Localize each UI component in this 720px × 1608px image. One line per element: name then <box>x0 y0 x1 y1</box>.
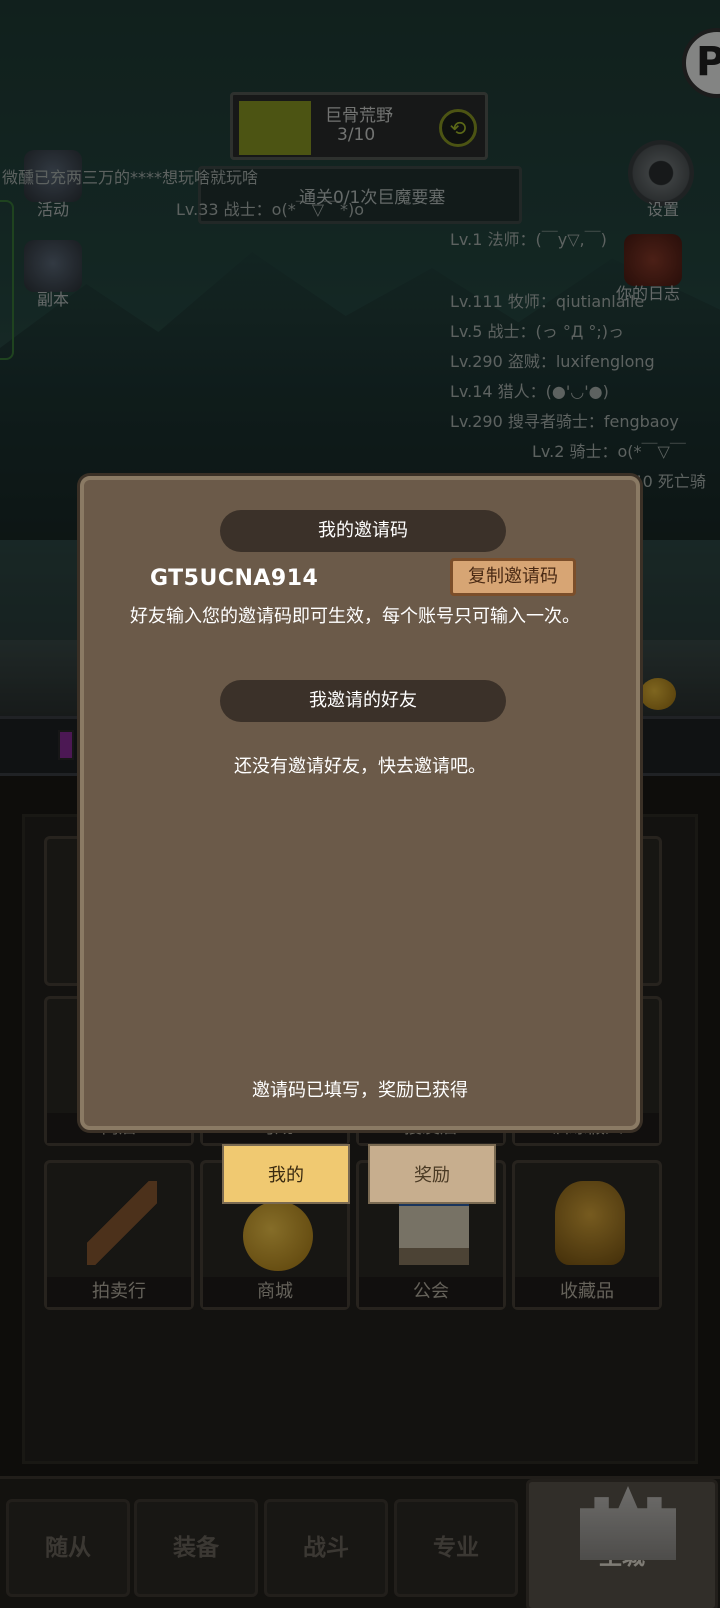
invite-code: GT5UCNA914 <box>150 566 319 591</box>
invited-friends-header: 我邀请的好友 <box>220 680 506 722</box>
invite-description: 好友输入您的邀请码即可生效，每个账号只可输入一次。 <box>130 606 580 627</box>
tab-reward[interactable]: 奖励 <box>368 1144 496 1204</box>
tab-mine[interactable]: 我的 <box>222 1144 350 1204</box>
invite-status-text: 邀请码已填写，奖励已获得 <box>252 1080 468 1101</box>
invite-code-header: 我的邀请码 <box>220 510 506 552</box>
copy-invite-code-button[interactable]: 复制邀请码 <box>450 558 576 596</box>
invite-dialog: 我的邀请码 GT5UCNA914 复制邀请码 好友输入您的邀请码即可生效，每个账… <box>80 476 640 1130</box>
empty-friends-text: 还没有邀请好友，快去邀请吧。 <box>234 756 486 777</box>
